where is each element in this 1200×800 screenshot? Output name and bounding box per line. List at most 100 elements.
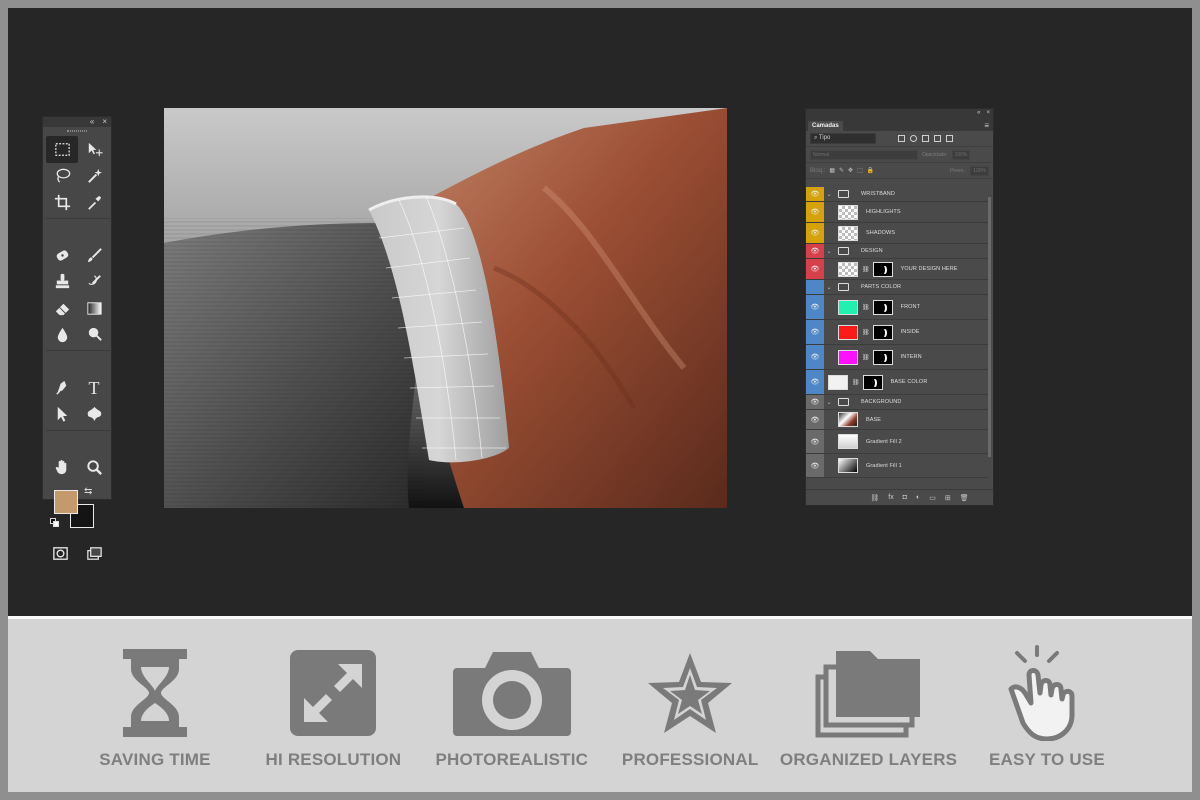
layer-row[interactable]: 👁 ⛓ BASE COLOR xyxy=(806,370,988,395)
spot-healing-icon[interactable] xyxy=(46,242,78,269)
layer-thumbnail[interactable] xyxy=(838,458,858,473)
crop-icon[interactable] xyxy=(46,189,78,216)
mask-link-icon[interactable]: ⛓ xyxy=(862,304,870,311)
fill-field[interactable]: 100% xyxy=(970,165,989,176)
lock-pixels-icon[interactable]: ✎ xyxy=(839,167,844,174)
new-layer-icon[interactable]: ⊞ xyxy=(945,494,951,502)
layer-thumbnail[interactable] xyxy=(838,412,858,427)
layer-mask-thumbnail[interactable] xyxy=(872,261,893,277)
layer-row[interactable]: 👁 Gradient Fill 1 xyxy=(806,454,988,478)
gradient-icon[interactable] xyxy=(78,295,110,322)
visibility-eye-icon[interactable]: 👁 xyxy=(806,345,824,369)
mask-link-icon[interactable]: ⛓ xyxy=(862,266,870,273)
visibility-eye-icon[interactable]: 👁 xyxy=(806,295,824,319)
layer-group-row[interactable]: 👁 ⌄ DESIGN xyxy=(806,244,988,259)
history-brush-icon[interactable] xyxy=(78,269,110,296)
adjustment-layer-icon[interactable]: ◐ xyxy=(916,494,920,501)
panel-menu-icon[interactable]: ≡ xyxy=(984,121,989,131)
layer-row[interactable]: 👁 SHADOWS xyxy=(806,223,988,244)
visibility-eye-icon[interactable] xyxy=(806,280,824,294)
magic-wand-icon[interactable] xyxy=(78,163,110,190)
layer-mask-thumbnail[interactable] xyxy=(862,374,883,390)
layer-row[interactable]: 👁 ⛓ FRONT xyxy=(806,295,988,320)
smart-object-filter-icon[interactable] xyxy=(946,135,953,142)
quick-mask-icon[interactable] xyxy=(46,542,74,566)
visibility-eye-icon[interactable]: 👁 xyxy=(806,430,824,453)
layer-mask-thumbnail[interactable] xyxy=(872,349,893,365)
layer-thumbnail[interactable] xyxy=(838,225,858,241)
filter-kind-select[interactable]: ⌕ Tipo xyxy=(810,133,876,144)
visibility-eye-icon[interactable]: 👁 xyxy=(806,370,824,394)
shape-filter-icon[interactable] xyxy=(934,135,941,142)
document-canvas[interactable] xyxy=(164,108,727,508)
type-filter-icon[interactable] xyxy=(922,135,929,142)
layers-scrollbar[interactable] xyxy=(988,197,991,457)
default-colors-icon[interactable] xyxy=(50,517,60,528)
visibility-eye-icon[interactable]: 👁 xyxy=(806,187,824,201)
lock-position-icon[interactable]: ✥ xyxy=(848,167,853,174)
move-icon[interactable] xyxy=(78,136,110,163)
layer-group-row[interactable]: 👁 ⌄ BACKGROUND xyxy=(806,395,988,410)
new-group-icon[interactable]: ▭ xyxy=(929,494,936,502)
custom-shape-icon[interactable] xyxy=(78,401,110,428)
close-icon[interactable]: × xyxy=(986,110,990,116)
visibility-eye-icon[interactable]: 👁 xyxy=(806,395,824,409)
visibility-eye-icon[interactable]: 👁 xyxy=(806,410,824,429)
blend-mode-select[interactable]: Normal xyxy=(810,149,918,160)
layer-thumbnail[interactable] xyxy=(838,434,858,449)
zoom-icon[interactable] xyxy=(78,454,110,481)
layer-thumbnail[interactable] xyxy=(838,261,858,277)
collapse-icon[interactable]: « xyxy=(90,117,94,127)
layer-row[interactable]: 👁 ⛓ INSIDE xyxy=(806,320,988,345)
dodge-icon[interactable] xyxy=(78,322,110,349)
layer-row[interactable]: 👁 HIGHLIGHTS xyxy=(806,202,988,223)
pen-icon[interactable] xyxy=(46,375,78,402)
swap-colors-icon[interactable]: ⇆ xyxy=(84,486,92,497)
delete-layer-icon[interactable]: 🗑 xyxy=(960,494,969,502)
visibility-eye-icon[interactable]: 👁 xyxy=(806,259,824,279)
lock-all-icon[interactable]: 🔒 xyxy=(867,167,874,174)
rectangular-marquee-icon[interactable] xyxy=(46,136,78,163)
blur-icon[interactable] xyxy=(46,322,78,349)
eraser-icon[interactable] xyxy=(46,295,78,322)
mask-link-icon[interactable]: ⛓ xyxy=(862,329,870,336)
group-expand-chevron-icon[interactable]: ⌄ xyxy=(824,399,834,406)
layer-row[interactable]: 👁 BASE xyxy=(806,410,988,430)
layer-row[interactable]: 👁 ⛓ YOUR DESIGN HERE xyxy=(806,259,988,280)
lasso-icon[interactable] xyxy=(46,163,78,190)
visibility-eye-icon[interactable]: 👁 xyxy=(806,320,824,344)
layer-thumbnail[interactable] xyxy=(828,374,848,390)
group-expand-chevron-icon[interactable]: ⌄ xyxy=(824,191,834,198)
lock-transparent-icon[interactable]: ▦ xyxy=(829,167,835,174)
tab-layers[interactable]: Camadas xyxy=(808,121,843,131)
mask-link-icon[interactable]: ⛓ xyxy=(862,354,870,361)
layer-thumbnail[interactable] xyxy=(838,349,858,365)
mask-link-icon[interactable]: ⛓ xyxy=(852,379,860,386)
layer-row[interactable]: 👁 ⛓ INTERN xyxy=(806,345,988,370)
lock-artboard-icon[interactable]: ⬚ xyxy=(857,167,863,174)
brush-icon[interactable] xyxy=(78,242,110,269)
hand-icon[interactable] xyxy=(46,454,78,481)
close-icon[interactable]: × xyxy=(102,117,107,127)
collapse-icon[interactable]: « xyxy=(977,110,980,116)
group-expand-chevron-icon[interactable]: ⌄ xyxy=(824,248,834,255)
foreground-color-swatch[interactable] xyxy=(54,489,78,514)
clone-stamp-icon[interactable] xyxy=(46,269,78,296)
group-expand-chevron-icon[interactable]: ⌄ xyxy=(824,284,834,291)
layer-style-icon[interactable]: fx xyxy=(888,494,893,501)
eyedropper-icon[interactable] xyxy=(78,189,110,216)
screen-mode-icon[interactable] xyxy=(80,542,108,566)
layer-mask-thumbnail[interactable] xyxy=(872,324,893,340)
panel-grip[interactable] xyxy=(43,127,111,135)
layer-row[interactable]: 👁 Gradient Fill 2 xyxy=(806,430,988,454)
visibility-eye-icon[interactable]: 👁 xyxy=(806,223,824,243)
layer-thumbnail[interactable] xyxy=(838,204,858,220)
layer-group-row[interactable]: 👁 ⌄ WRISTBAND xyxy=(806,187,988,202)
add-mask-icon[interactable]: ◘ xyxy=(903,494,907,501)
adjustment-filter-icon[interactable] xyxy=(910,135,917,142)
path-selection-icon[interactable] xyxy=(46,401,78,428)
link-layers-icon[interactable]: ⛓ xyxy=(870,494,879,502)
visibility-eye-icon[interactable]: 👁 xyxy=(806,202,824,222)
layer-mask-thumbnail[interactable] xyxy=(872,299,893,315)
layer-group-row[interactable]: ⌄ PARTS COLOR xyxy=(806,280,988,295)
